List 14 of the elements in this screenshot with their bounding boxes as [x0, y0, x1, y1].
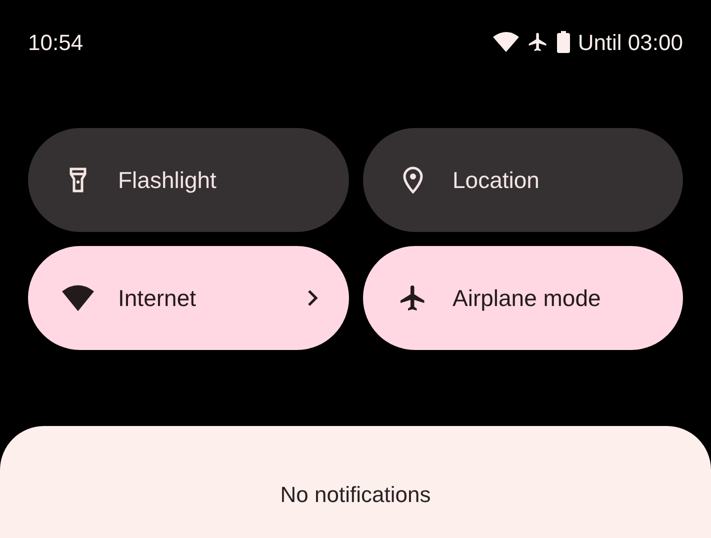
battery-status: Until 03:00 — [578, 28, 683, 56]
wifi-icon — [492, 32, 519, 52]
airplane-icon — [526, 31, 549, 53]
airplane-icon — [398, 283, 428, 313]
battery-icon — [556, 31, 570, 53]
flashlight-icon — [69, 167, 87, 193]
quick-settings-tile[interactable]: Airplane mode — [362, 246, 683, 350]
wifi-icon — [62, 284, 94, 312]
quick-settings-tile[interactable]: Flashlight — [28, 128, 348, 232]
status-time: 10:54 — [28, 28, 84, 56]
empty-notifications-text: No notifications — [280, 481, 431, 508]
quick-settings-tile[interactable]: Internet — [28, 246, 348, 350]
quick-settings-tile[interactable]: Location — [362, 128, 683, 232]
location-pin-icon — [402, 166, 424, 194]
